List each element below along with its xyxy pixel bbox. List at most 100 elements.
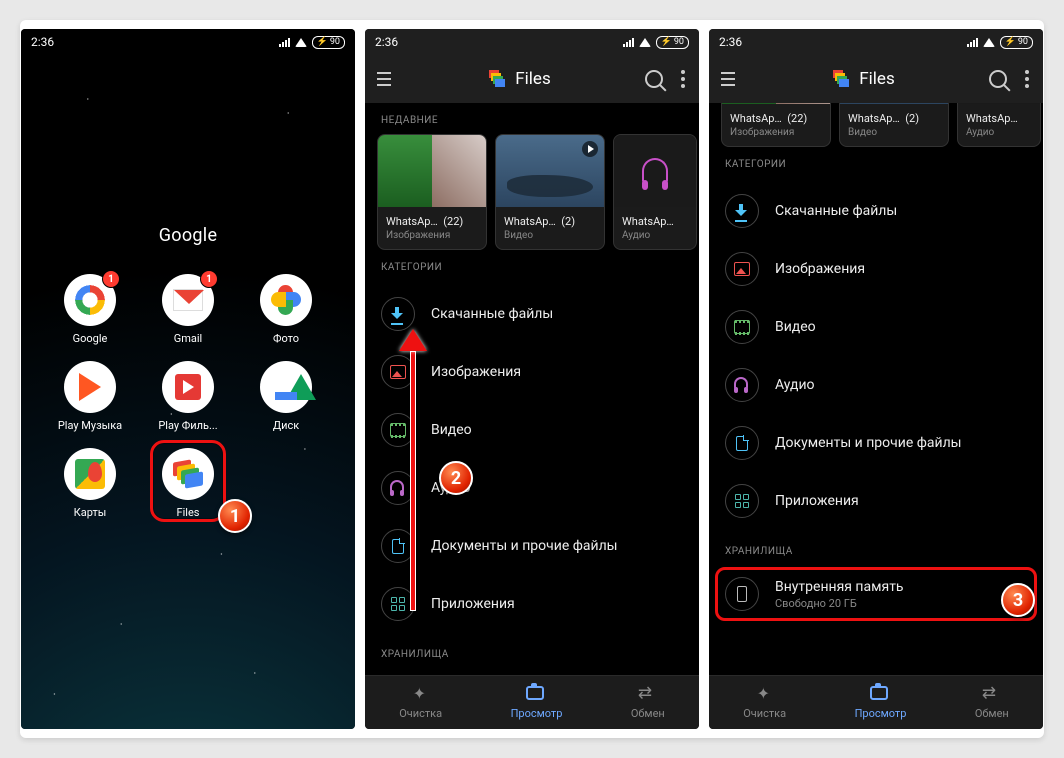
recent-card-images[interactable]: WhatsAp… (22) Изображения — [377, 134, 487, 250]
section-storage: ХРАНИЛИЩА — [709, 534, 1043, 565]
battery-icon: ⚡90 — [1000, 36, 1033, 49]
document-icon — [392, 539, 404, 554]
nav-share[interactable]: Обмен — [631, 686, 665, 720]
google-icon — [75, 285, 105, 315]
thumbnail — [614, 135, 696, 207]
photos-icon — [271, 285, 301, 315]
recent-card-images[interactable]: WhatsAp… (22) Изображения — [721, 103, 831, 147]
battery-icon: ⚡90 — [312, 36, 345, 49]
thumbnail — [378, 135, 486, 207]
status-time: 2:36 — [31, 35, 54, 49]
apps-icon — [735, 494, 749, 508]
wifi-icon — [639, 38, 651, 47]
browse-icon — [526, 686, 544, 700]
signal-icon — [279, 37, 290, 47]
nav-clean[interactable]: Очистка — [399, 686, 442, 720]
cat-apps[interactable]: Приложения — [709, 472, 1043, 530]
image-icon — [390, 365, 406, 379]
recent-card-videos[interactable]: WhatsAp… (2) Видео — [839, 103, 949, 147]
status-bar: 2:36 ⚡90 — [709, 29, 1043, 55]
app-header: Files — [365, 55, 699, 103]
apps-icon — [391, 597, 405, 611]
nav-browse[interactable]: Просмотр — [511, 686, 563, 720]
wifi-icon — [295, 38, 307, 47]
wifi-icon — [983, 38, 995, 47]
nav-browse[interactable]: Просмотр — [855, 686, 907, 720]
status-time: 2:36 — [375, 35, 398, 49]
browse-icon — [870, 686, 888, 700]
phone-screen-files-scrolled: 2:36 ⚡90 Files WhatsAp… (22) Изображения — [709, 29, 1043, 729]
audio-icon — [734, 377, 750, 393]
files-logo-icon — [489, 70, 507, 88]
step-badge-2: 2 — [439, 461, 473, 495]
files-icon — [173, 459, 203, 489]
menu-icon[interactable] — [717, 66, 739, 92]
overflow-icon[interactable] — [675, 64, 691, 94]
cat-videos[interactable]: Видео — [709, 298, 1043, 356]
recent-card-audio[interactable]: WhatsAp… Аудио — [613, 134, 697, 250]
recent-card-videos[interactable]: WhatsAp… (2) Видео — [495, 134, 605, 250]
status-time: 2:36 — [719, 35, 742, 49]
cat-audio[interactable]: Аудио — [709, 356, 1043, 414]
cat-downloads[interactable]: Скачанные файлы — [709, 182, 1043, 240]
thumbnail — [840, 103, 948, 104]
app-playmusic[interactable]: Play Музыка — [46, 361, 134, 432]
nav-share[interactable]: Обмен — [975, 686, 1009, 720]
menu-icon[interactable] — [373, 66, 395, 92]
search-icon[interactable] — [645, 70, 663, 88]
cat-documents[interactable]: Документы и прочие файлы — [709, 414, 1043, 472]
play-icon — [582, 141, 598, 157]
app-title: Files — [859, 69, 894, 89]
audio-icon — [390, 480, 406, 496]
share-icon — [638, 686, 658, 704]
section-categories: КАТЕГОРИИ — [709, 147, 1043, 178]
phone-screen-home: 2:36 ⚡90 Google 1 Google 1 Gmail — [21, 29, 355, 729]
recent-row[interactable]: WhatsAp… (22) Изображения WhatsAp… (2) В… — [709, 103, 1043, 147]
app-photos[interactable]: Фото — [242, 274, 330, 345]
app-playmovies[interactable]: Play Филь... — [144, 361, 232, 432]
section-storage: ХРАНИЛИЩА — [365, 637, 699, 668]
badge: 1 — [200, 270, 218, 288]
maps-icon — [75, 459, 105, 489]
share-icon — [982, 686, 1002, 704]
playmusic-icon — [79, 373, 101, 401]
content-scroll[interactable]: WhatsAp… (22) Изображения WhatsAp… (2) В… — [709, 103, 1043, 675]
image-icon — [734, 262, 750, 276]
nav-clean[interactable]: Очистка — [743, 686, 786, 720]
storage-internal[interactable]: Внутренняя память Свободно 20 ГБ — [709, 565, 1043, 623]
clean-icon — [411, 686, 431, 704]
recent-row[interactable]: WhatsAp… (22) Изображения WhatsAp… (2) В… — [365, 134, 699, 250]
bottom-nav: Очистка Просмотр Обмен — [365, 675, 699, 729]
signal-icon — [623, 37, 634, 47]
step-badge-3: 3 — [1001, 583, 1035, 617]
status-bar: 2:36 ⚡90 — [21, 29, 355, 55]
recent-card-audio[interactable]: WhatsAp… Аудио — [957, 103, 1041, 147]
app-maps[interactable]: Карты — [46, 448, 134, 519]
playmovies-icon — [175, 374, 201, 400]
app-files[interactable]: Files 1 — [144, 448, 232, 519]
battery-icon: ⚡90 — [656, 36, 689, 49]
drive-icon — [271, 374, 301, 400]
search-icon[interactable] — [989, 70, 1007, 88]
thumbnail — [496, 135, 604, 207]
app-gmail[interactable]: 1 Gmail — [144, 274, 232, 345]
video-icon — [390, 423, 406, 437]
step-badge-1: 1 — [218, 499, 252, 533]
app-google[interactable]: 1 Google — [46, 274, 134, 345]
thumbnail — [958, 103, 1040, 104]
files-logo-icon — [833, 70, 851, 88]
phone-storage-icon — [737, 586, 747, 602]
app-drive[interactable]: Диск — [242, 361, 330, 432]
folder-title: Google — [21, 225, 355, 246]
badge: 1 — [102, 270, 120, 288]
app-header: Files — [709, 55, 1043, 103]
cat-images[interactable]: Изображения — [709, 240, 1043, 298]
clean-icon — [755, 686, 775, 704]
app-folder: Google 1 Google 1 Gmail Фото Play Музыка — [21, 225, 355, 519]
tutorial-arrow-up — [410, 329, 427, 611]
phone-screen-files-top: 2:36 ⚡90 Files НЕДАВНИЕ WhatsAp… (22) Из… — [365, 29, 699, 729]
document-icon — [736, 436, 748, 451]
download-icon — [735, 204, 749, 218]
overflow-icon[interactable] — [1019, 64, 1035, 94]
video-icon — [734, 320, 750, 334]
